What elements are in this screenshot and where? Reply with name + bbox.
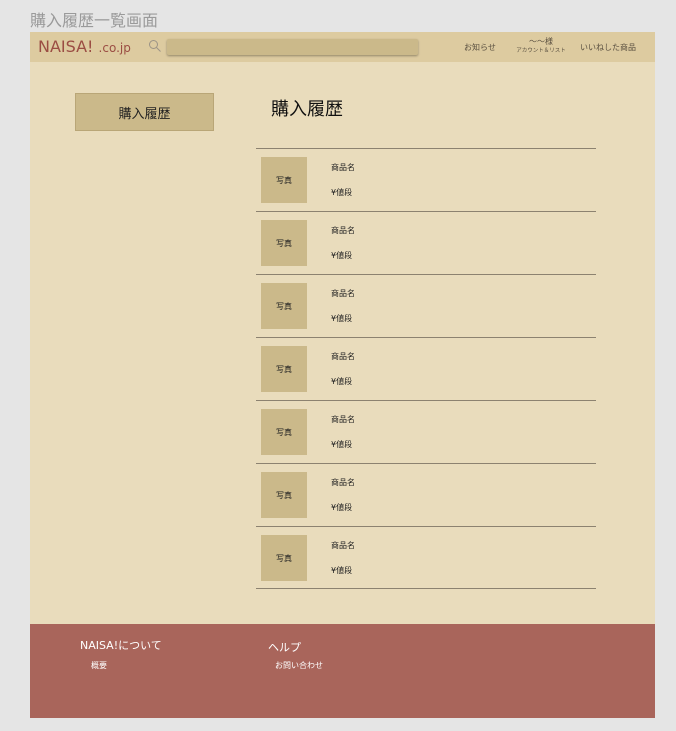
product-name: 商品名 [331,226,355,235]
page-frame: NAISA! .co.jp お知らせ 〜〜様 アカウント＆リスト いいねした商品… [30,32,655,718]
list-item[interactable]: 写真 商品名 ¥値段 [256,211,596,274]
account-name: 〜〜様 [529,37,553,46]
page-title: 購入履歴 [271,99,343,120]
product-name: 商品名 [331,289,355,298]
product-price: ¥値段 [331,503,353,512]
notice-link[interactable]: お知らせ [464,32,496,62]
product-price: ¥値段 [331,314,353,323]
list-item[interactable]: 写真 商品名 ¥値段 [256,463,596,526]
product-photo: 写真 [261,535,307,581]
product-photo: 写真 [261,346,307,392]
logo[interactable]: NAISA! .co.jp [38,37,131,56]
product-price: ¥値段 [331,188,353,197]
list-item[interactable]: 写真 商品名 ¥値段 [256,337,596,400]
list-item[interactable]: 写真 商品名 ¥値段 [256,274,596,337]
product-price: ¥値段 [331,440,353,449]
footer-overview-link[interactable]: 概要 [91,660,107,671]
list-item[interactable]: 写真 商品名 ¥値段 [256,400,596,463]
product-name: 商品名 [331,163,355,172]
frame-title: 購入履歴一覧画面 [30,11,159,30]
search-input[interactable] [167,39,418,55]
search-icon [149,40,161,52]
footer-about-heading: NAISA!について [80,639,162,652]
product-price: ¥値段 [331,377,353,386]
product-photo: 写真 [261,409,307,455]
product-photo: 写真 [261,472,307,518]
product-name: 商品名 [331,415,355,424]
purchase-history-button[interactable]: 購入履歴 [75,93,214,131]
product-name: 商品名 [331,352,355,361]
product-photo: 写真 [261,283,307,329]
product-price: ¥値段 [331,566,353,575]
liked-items-link[interactable]: いいねした商品 [580,32,636,62]
footer: NAISA!について 概要 ヘルプ お問い合わせ [30,624,655,718]
product-name: 商品名 [331,478,355,487]
account-menu[interactable]: 〜〜様 アカウント＆リスト [508,37,574,55]
account-sub-label: アカウント＆リスト [516,48,566,54]
purchase-list: 写真 商品名 ¥値段 写真 商品名 ¥値段 写真 商品名 ¥値段 写真 商品名 … [256,148,596,589]
list-item[interactable]: 写真 商品名 ¥値段 [256,526,596,589]
footer-help-heading: ヘルプ [268,641,301,654]
logo-main: NAISA! [38,37,94,56]
footer-contact-link[interactable]: お問い合わせ [275,660,323,671]
product-photo: 写真 [261,157,307,203]
list-item[interactable]: 写真 商品名 ¥値段 [256,148,596,211]
product-name: 商品名 [331,541,355,550]
header: NAISA! .co.jp お知らせ 〜〜様 アカウント＆リスト いいねした商品 [30,32,655,62]
logo-sub: .co.jp [98,41,131,55]
product-price: ¥値段 [331,251,353,260]
product-photo: 写真 [261,220,307,266]
